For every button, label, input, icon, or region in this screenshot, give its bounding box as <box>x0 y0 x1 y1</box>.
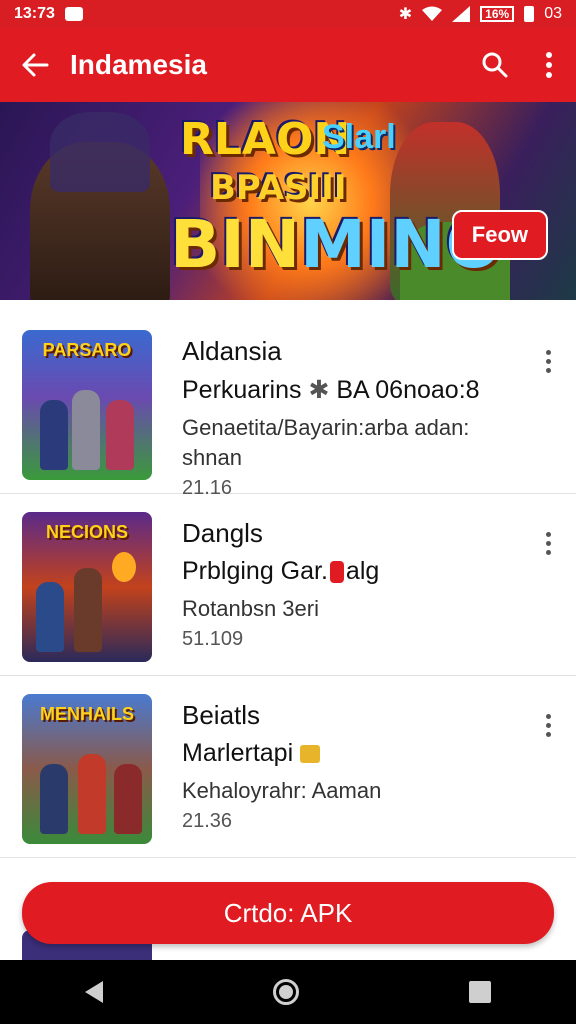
search-icon <box>482 52 508 78</box>
app-description: Rotanbsn 3eri <box>182 596 319 621</box>
page-title: Indamesia <box>70 49 207 80</box>
signal-icon <box>452 6 471 22</box>
thumbnail-title: PARSARO <box>42 340 132 360</box>
banner-title-line1b: Slarl <box>322 118 396 156</box>
developer-name: Marlertapi <box>182 739 294 767</box>
app-meta: 51.109 <box>182 628 244 650</box>
thumbnail-figure <box>78 754 106 834</box>
developer-suffix: alg <box>345 557 380 585</box>
nav-back-icon[interactable] <box>85 981 103 1003</box>
thumbnail-figure <box>112 552 136 582</box>
item-menu-button[interactable] <box>544 710 552 741</box>
status-extra: 03 <box>544 5 562 22</box>
download-apk-button[interactable]: Crtdo: APK <box>22 882 554 944</box>
thumbnail-figure <box>40 400 68 470</box>
status-time: 13:73 <box>14 5 55 22</box>
item-menu-button[interactable] <box>544 528 552 559</box>
list-item[interactable]: PARSARO Aldansia Perkuarins ✱ BA 06noao:… <box>0 312 576 499</box>
app-thumbnail: MENHAILS <box>22 694 152 844</box>
app-list: PARSARO Aldansia Perkuarins ✱ BA 06noao:… <box>0 312 576 858</box>
banner-title-line2: BPASIII <box>210 168 347 208</box>
thumbnail-figure <box>114 764 142 834</box>
system-nav-bar <box>0 960 576 1024</box>
battery-icon <box>524 6 535 22</box>
app-info: Aldansia Perkuarins ✱ BA 06noao:8 Genaet… <box>182 336 516 500</box>
item-menu-button[interactable] <box>544 346 552 377</box>
ad-badge-icon <box>329 561 344 584</box>
list-item[interactable]: MENHAILS Beiatls Marlertapi Kehaloyrahr:… <box>0 676 576 858</box>
app-name: Beiatls <box>182 700 261 730</box>
app-developer: Prblging Gar. alg <box>182 557 516 586</box>
app-thumbnail: PARSARO <box>22 330 152 480</box>
package-icon <box>300 745 321 764</box>
developer-suffix: BA 06noao:8 <box>336 376 480 404</box>
app-meta: 21.36 <box>182 810 233 832</box>
thumbnail-figure <box>74 568 102 652</box>
thumbnail-title: MENHAILS <box>40 704 134 724</box>
more-vert-icon <box>546 52 552 78</box>
thumbnail-title: NECIONS <box>45 522 128 542</box>
status-icons: ✱ 16% 03 <box>399 4 562 24</box>
app-thumbnail: NECIONS <box>22 512 152 662</box>
app-name: Dangls <box>182 518 263 548</box>
search-button[interactable] <box>468 51 522 79</box>
puzzle-icon: ✱ <box>308 376 330 404</box>
developer-name: Perkuarins <box>182 376 302 404</box>
nav-recents-icon[interactable] <box>469 981 491 1003</box>
battery-indicator: 16% <box>480 6 515 22</box>
developer-name: Prblging Gar. <box>182 557 328 585</box>
app-info: Dangls Prblging Gar. alg Rotanbsn 3eri 51… <box>182 518 516 651</box>
thumbnail-figure <box>106 400 134 470</box>
thumbnail-figure <box>36 582 64 652</box>
new-badge[interactable]: Feow <box>451 210 548 260</box>
app-description: Genaetita/Bayarin:arba adan: shnan <box>182 415 470 470</box>
app-info: Beiatls Marlertapi Kehaloyrahr: Aaman 21… <box>182 700 516 833</box>
app-description: Kehaloyrahr: Aaman <box>182 778 382 803</box>
app-name: Aldansia <box>182 336 282 366</box>
notification-icon <box>64 7 83 21</box>
banner-title-line3a: BIN <box>170 206 301 283</box>
promo-banner[interactable]: RLAON Slarl BPASIII BINMINO Feow <box>0 102 576 300</box>
app-developer: Perkuarins ✱ BA 06noao:8 <box>182 375 516 405</box>
status-bar: 13:73 ✱ 16% 03 <box>0 0 576 28</box>
wifi-icon <box>422 6 443 21</box>
nav-home-icon[interactable] <box>273 979 299 1005</box>
banner-hero-back <box>50 112 150 192</box>
thumbnail-figure <box>40 764 68 834</box>
app-developer: Marlertapi <box>182 739 516 768</box>
list-item[interactable]: NECIONS Dangls Prblging Gar. alg Rotanbsn… <box>0 494 576 676</box>
bluetooth-icon: ✱ <box>398 6 413 23</box>
app-bar: Indamesia <box>0 28 576 102</box>
thumbnail-figure <box>72 390 100 470</box>
overflow-menu-button[interactable] <box>522 52 576 78</box>
